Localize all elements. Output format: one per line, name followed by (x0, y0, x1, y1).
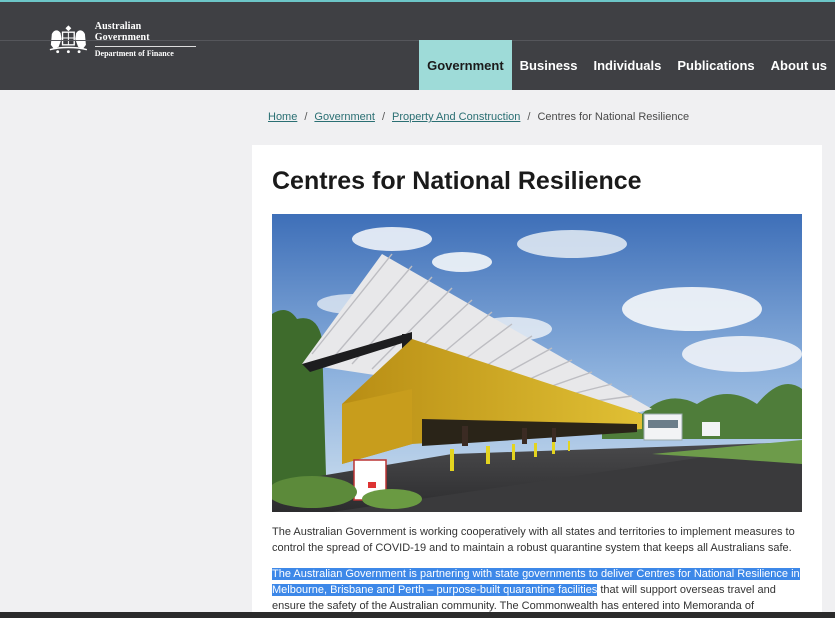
nav-item-about-us[interactable]: About us (763, 40, 835, 90)
breadcrumb-property-and-construction[interactable]: Property And Construction (392, 111, 520, 123)
main-nav: Government Business Individuals Publicat… (419, 40, 835, 90)
breadcrumb-government[interactable]: Government (314, 111, 375, 123)
intro-paragraph: The Australian Government is working coo… (272, 526, 795, 554)
nav-item-publications[interactable]: Publications (669, 40, 762, 90)
breadcrumb-separator: / (527, 111, 531, 123)
breadcrumb-home[interactable]: Home (268, 111, 297, 123)
breadcrumb: Home / Government / Property And Constru… (268, 111, 689, 123)
hero-image (272, 214, 802, 512)
nav-item-government[interactable]: Government (419, 40, 512, 90)
page-title: Centres for National Resilience (272, 167, 642, 195)
coat-of-arms-icon (49, 25, 88, 54)
logo-line-2: Department of Finance (94, 45, 196, 58)
site-header: Australian Government Department of Fina… (0, 2, 835, 90)
department-logo[interactable]: Australian Government Department of Fina… (46, 20, 196, 58)
partnership-paragraph: The Australian Government is partnering … (272, 566, 802, 618)
window-bottom-edge (0, 612, 835, 618)
breadcrumb-separator: / (304, 111, 308, 123)
nav-item-individuals[interactable]: Individuals (585, 40, 669, 90)
breadcrumb-current: Centres for National Resilience (537, 111, 690, 123)
content-card: Centres for National Resilience The Aust… (252, 145, 822, 618)
breadcrumb-separator: / (381, 111, 385, 123)
nav-item-business[interactable]: Business (512, 40, 586, 90)
